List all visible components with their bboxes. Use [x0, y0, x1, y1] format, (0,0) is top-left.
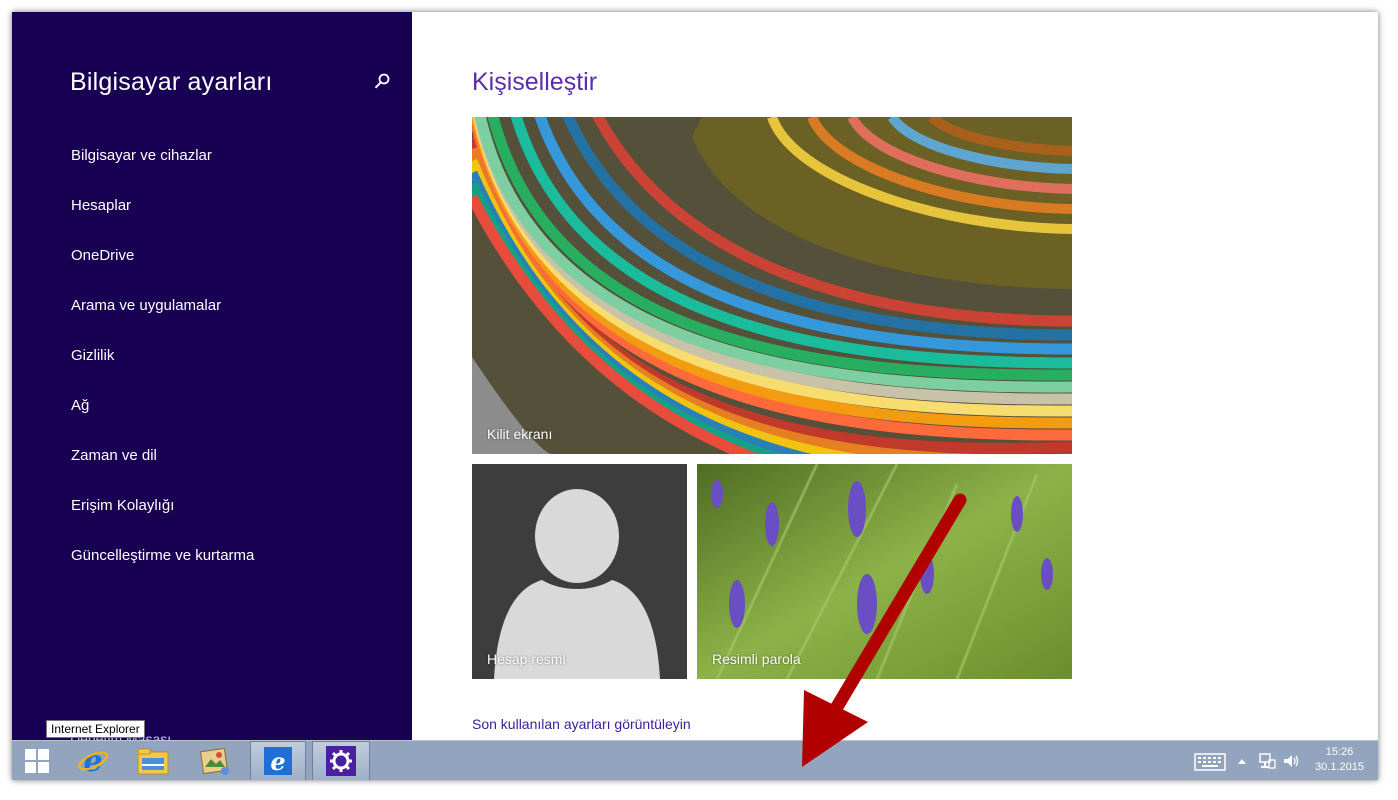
network-status[interactable]	[1256, 741, 1278, 780]
keyboard-icon	[1194, 753, 1226, 771]
speaker-icon	[1284, 755, 1299, 767]
taskbar-tooltip: Internet Explorer	[46, 720, 145, 738]
touch-keyboard-button[interactable]	[1192, 741, 1228, 780]
user-avatar-icon	[472, 464, 687, 679]
start-button[interactable]	[12, 741, 62, 780]
account-picture-tile[interactable]: Hesap resmi	[472, 464, 687, 679]
taskbar-internet-explorer[interactable]: e	[70, 741, 116, 780]
settings-window: Bilgisayar ayarları Bilgisayar ve cihazl…	[12, 12, 1378, 780]
taskbar: e e 15:26 30.1.2015	[12, 740, 1378, 780]
clock-time: 15:26	[1325, 746, 1354, 758]
sidebar-item-network[interactable]: Ağ	[71, 394, 254, 444]
taskbar-photos[interactable]	[192, 741, 238, 780]
internet-explorer-icon: e	[78, 744, 108, 778]
svg-text:e: e	[83, 744, 102, 778]
account-picture-label: Hesap resmi	[487, 651, 566, 667]
settings-icon	[326, 746, 356, 776]
taskbar-internet-explorer-pinned[interactable]: e	[250, 741, 306, 780]
sidebar-item-accounts[interactable]: Hesaplar	[71, 194, 254, 244]
show-hidden-icons-button[interactable]	[1234, 741, 1250, 780]
sidebar-item-ease-of-access[interactable]: Erişim Kolaylığı	[71, 494, 254, 544]
clock[interactable]: 15:26 30.1.2015	[1315, 745, 1364, 775]
sidebar-item-pc-devices[interactable]: Bilgisayar ve cihazlar	[71, 144, 254, 194]
sidebar-item-update-recovery[interactable]: Güncelleştirme ve kurtarma	[71, 544, 254, 594]
sidebar-item-time-language[interactable]: Zaman ve dil	[71, 444, 254, 494]
main-content: Kişiselleştir Kilit ekranı Hesap resmi R…	[412, 12, 1378, 780]
file-explorer-icon	[137, 748, 169, 775]
sidebar-nav: Bilgisayar ve cihazlar Hesaplar OneDrive…	[71, 144, 254, 594]
picture-password-tile[interactable]: Resimli parola	[697, 464, 1072, 679]
chevron-up-icon	[1238, 759, 1246, 764]
lavender-image	[697, 464, 1072, 679]
network-icon	[1259, 753, 1276, 769]
lock-screen-tile[interactable]: Kilit ekranı	[472, 117, 1072, 454]
sidebar-item-onedrive[interactable]: OneDrive	[71, 244, 254, 294]
sidebar-item-search-apps[interactable]: Arama ve uygulamalar	[71, 294, 254, 344]
volume-control[interactable]	[1280, 741, 1302, 780]
lock-screen-image	[472, 117, 1072, 454]
sidebar-title: Bilgisayar ayarları	[70, 68, 273, 96]
page-title: Kişiselleştir	[472, 68, 598, 96]
internet-explorer-pinned-icon: e	[264, 747, 292, 776]
sidebar: Bilgisayar ayarları Bilgisayar ve cihazl…	[12, 12, 412, 780]
lock-screen-label: Kilit ekranı	[487, 426, 553, 442]
taskbar-settings[interactable]	[312, 741, 370, 780]
sidebar-item-privacy[interactable]: Gizlilik	[71, 344, 254, 394]
search-icon[interactable]	[372, 72, 392, 92]
svg-text:e: e	[270, 747, 285, 776]
picture-password-label: Resimli parola	[712, 651, 801, 667]
photos-icon	[200, 747, 229, 775]
taskbar-file-explorer[interactable]	[130, 741, 176, 780]
clock-date: 30.1.2015	[1315, 761, 1364, 773]
recent-settings-link[interactable]: Son kullanılan ayarları görüntüleyin	[472, 716, 691, 732]
start-icon	[25, 749, 49, 773]
